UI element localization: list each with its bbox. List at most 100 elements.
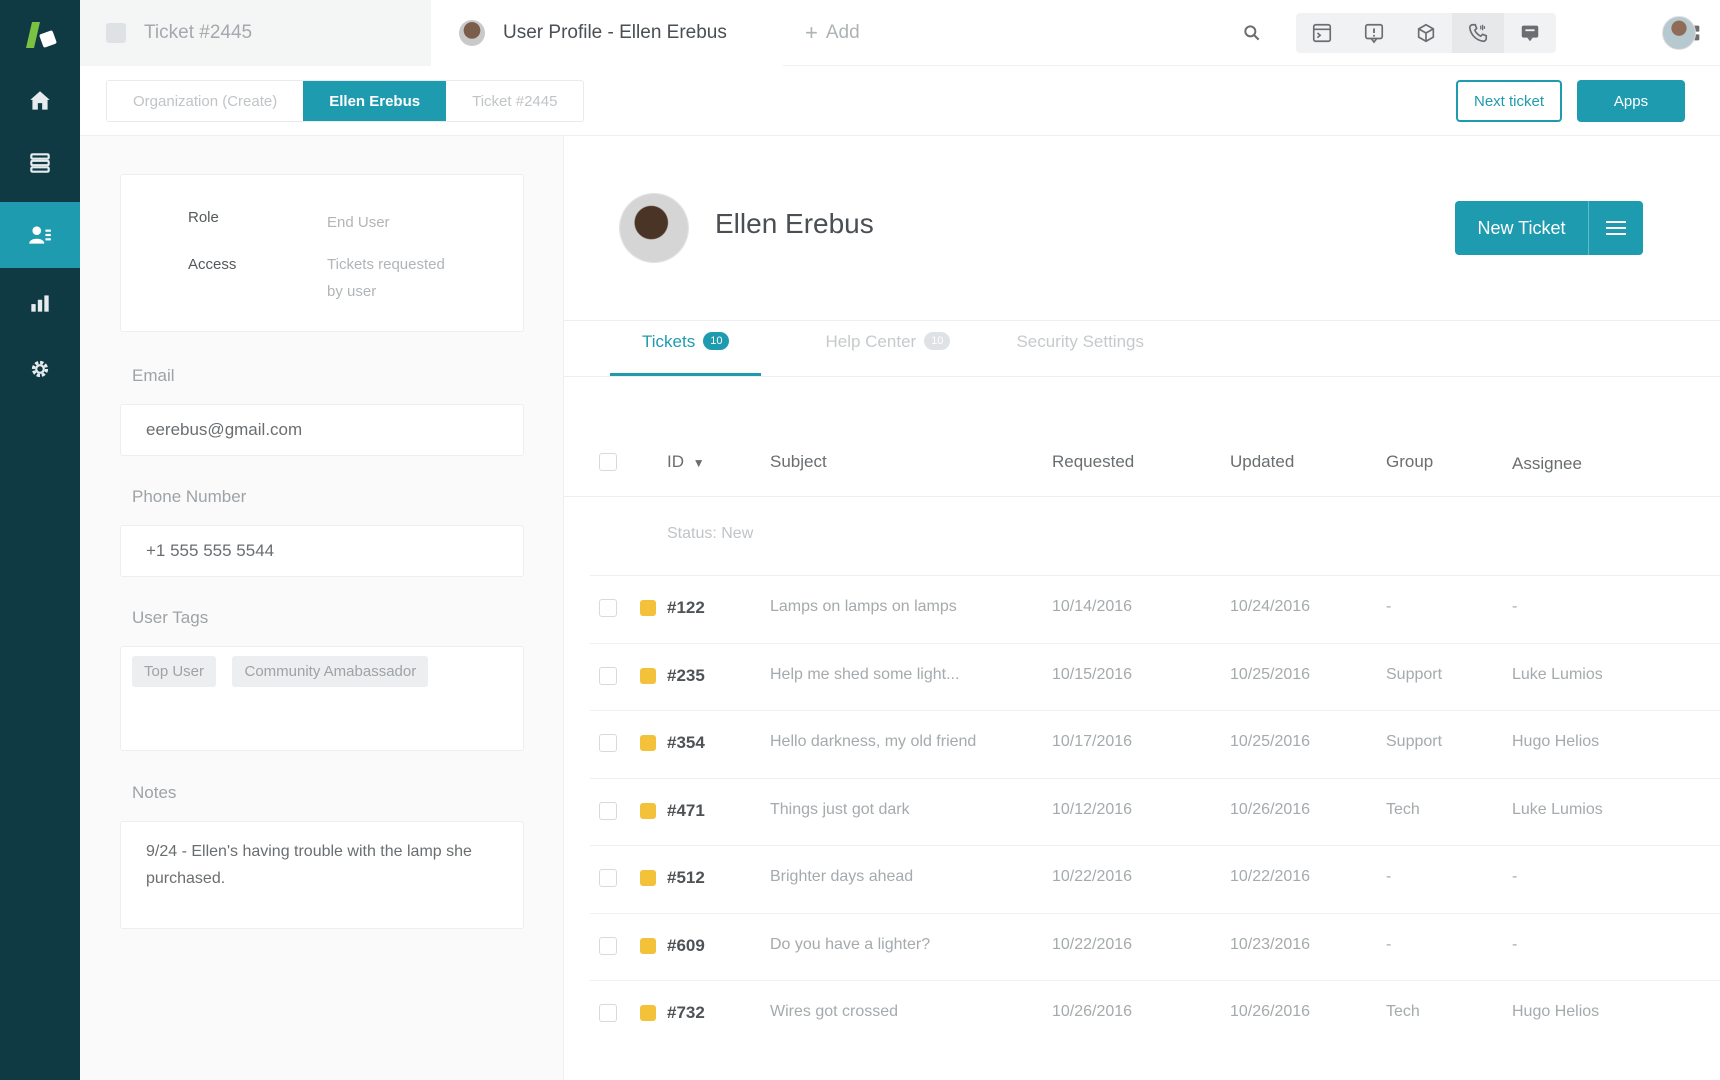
row-checkbox[interactable] (599, 869, 617, 887)
status-new-badge (640, 667, 656, 684)
tab-tickets[interactable]: Tickets 10 (609, 322, 763, 376)
column-header-subject[interactable]: Subject (770, 452, 827, 472)
notes-field[interactable]: 9/24 - Ellen's having trouble with the l… (120, 821, 524, 929)
table-row[interactable]: #609 Do you have a lighter? 10/22/2016 10/2… (590, 912, 1720, 980)
select-all-checkbox[interactable] (599, 453, 617, 471)
column-header-group[interactable]: Group (1386, 452, 1433, 472)
current-user-avatar[interactable] (1662, 16, 1696, 50)
email-value: eerebus@gmail.com (146, 420, 303, 439)
tag-community-ambassador[interactable]: Community Amabassador (232, 656, 429, 687)
column-header-requested[interactable]: Requested (1052, 452, 1134, 472)
tab-user-profile[interactable]: User Profile - Ellen Erebus (431, 0, 783, 66)
phone-field[interactable]: +1 555 555 5544 (120, 525, 524, 577)
cell-group: Support (1386, 665, 1443, 683)
chat-button[interactable] (1504, 13, 1556, 53)
status-new-badge (640, 802, 656, 819)
row-checkbox[interactable] (599, 801, 617, 820)
role-value[interactable]: End User (327, 214, 390, 231)
access-value-line1[interactable]: Tickets requested (327, 251, 487, 278)
profile-avatar[interactable] (620, 194, 688, 262)
table-row[interactable]: #122 Lamps on lamps on lamps 10/14/2016 10/… (590, 575, 1720, 642)
table-row[interactable]: #512 Brighter days ahead 10/22/2016 10/22/2… (590, 845, 1720, 912)
app-logo-icon[interactable] (20, 18, 60, 52)
new-ticket-button[interactable]: New Ticket (1455, 201, 1589, 255)
row-checkbox[interactable] (599, 666, 617, 685)
cell-assignee: Hugo Helios (1512, 733, 1600, 750)
column-header-updated[interactable]: Updated (1230, 452, 1294, 472)
console-icon (1312, 23, 1332, 43)
email-field[interactable]: eerebus@gmail.com (120, 404, 524, 456)
add-tab-button[interactable]: + Add (805, 0, 860, 66)
sidebar-item-settings[interactable] (0, 336, 80, 402)
crumb-ticket[interactable]: Ticket #2445 (446, 81, 584, 121)
cell-updated: 10/25/2016 (1230, 733, 1311, 750)
settings-gear-icon (31, 360, 49, 378)
talk-phone-button[interactable] (1452, 13, 1504, 53)
cell-subject[interactable]: Lamps on lamps on lamps (770, 598, 957, 616)
sidebar-item-views[interactable] (0, 130, 80, 196)
profile-tabs: Tickets 10 Help Center 10 Security Setti… (609, 322, 1210, 376)
email-label: Email (132, 366, 175, 385)
user-tags-field[interactable]: Top User Community Amabassador (120, 646, 524, 751)
cell-assignee: Hugo Helios (1512, 1003, 1600, 1020)
row-checkbox[interactable] (599, 734, 617, 752)
table-row[interactable]: #471 Things just got dark 10/12/2016 10/26/… (590, 777, 1720, 845)
cell-subject[interactable]: Things just got dark (770, 801, 910, 819)
new-ticket-menu-button[interactable] (1589, 201, 1643, 255)
tag-top-user[interactable]: Top User (132, 656, 217, 687)
cell-id[interactable]: #354 (667, 733, 705, 753)
sidebar-item-home[interactable] (0, 68, 80, 134)
cell-requested: 10/14/2016 (1052, 598, 1133, 615)
console-button[interactable] (1296, 13, 1348, 53)
cell-subject[interactable]: Hello darkness, my old friend (770, 733, 976, 751)
cell-requested: 10/22/2016 (1052, 935, 1133, 953)
row-checkbox[interactable] (599, 936, 617, 955)
table-row[interactable]: #354 Hello darkness, my old friend 10/17/2… (590, 710, 1720, 777)
user-tags-label: User Tags (132, 608, 209, 627)
notes-label: Notes (132, 783, 177, 802)
row-checkbox[interactable] (599, 1004, 617, 1022)
status-new-badge (640, 1005, 656, 1021)
cube-icon (1417, 23, 1435, 43)
cell-id[interactable]: #732 (667, 1003, 705, 1023)
row-checkbox[interactable] (599, 599, 617, 617)
new-ticket-split-button: New Ticket (1455, 201, 1643, 255)
tab-help-center-count: 10 (924, 332, 951, 350)
apps-cube-button[interactable] (1400, 13, 1452, 53)
cell-id[interactable]: #609 (667, 936, 705, 956)
cell-id[interactable]: #512 (667, 868, 705, 888)
apps-button[interactable]: Apps (1577, 80, 1685, 122)
chat-icon (1521, 25, 1539, 42)
cell-id[interactable]: #122 (667, 598, 705, 618)
crumb-organization[interactable]: Organization (Create) (107, 81, 304, 121)
tab-ticket-2445[interactable]: Ticket #2445 (80, 0, 431, 66)
context-bar: Organization (Create) Ellen Erebus Ticke… (80, 66, 1720, 136)
column-header-id-label: ID (667, 452, 684, 471)
cell-group: - (1386, 935, 1392, 953)
table-row[interactable]: #732 Wires got crossed 10/26/2016 10/26/201… (590, 980, 1720, 1047)
tab-security-settings[interactable]: Security Settings (1016, 322, 1144, 376)
cell-subject[interactable]: Wires got crossed (770, 1003, 898, 1021)
alert-button[interactable] (1348, 13, 1400, 53)
add-tab-label: Add (825, 22, 860, 43)
status-group-label: Status: New (667, 525, 754, 542)
phone-label: Phone Number (132, 487, 247, 506)
table-row[interactable]: #235 Help me shed some light... 10/15/2016… (590, 642, 1720, 710)
search-button[interactable] (1226, 13, 1278, 53)
cell-subject[interactable]: Do you have a lighter? (770, 936, 930, 954)
status-new-badge (640, 870, 656, 886)
access-value-line2: by user (327, 283, 377, 300)
cell-subject[interactable]: Brighter days ahead (770, 868, 913, 886)
sidebar-item-customers[interactable] (0, 202, 80, 268)
cell-requested: 10/15/2016 (1052, 665, 1133, 683)
cell-subject[interactable]: Help me shed some light... (770, 666, 959, 684)
cell-id[interactable]: #235 (667, 666, 705, 686)
cell-id[interactable]: #471 (667, 801, 705, 821)
crumb-user[interactable]: Ellen Erebus (303, 81, 447, 121)
column-header-assignee[interactable]: Assignee (1512, 454, 1582, 474)
cell-assignee: - (1512, 598, 1518, 615)
tab-help-center[interactable]: Help Center 10 (825, 322, 951, 376)
next-ticket-button[interactable]: Next ticket (1456, 80, 1563, 122)
sidebar-item-reporting[interactable] (0, 270, 80, 336)
column-header-id[interactable]: ID ▼ (667, 452, 705, 472)
